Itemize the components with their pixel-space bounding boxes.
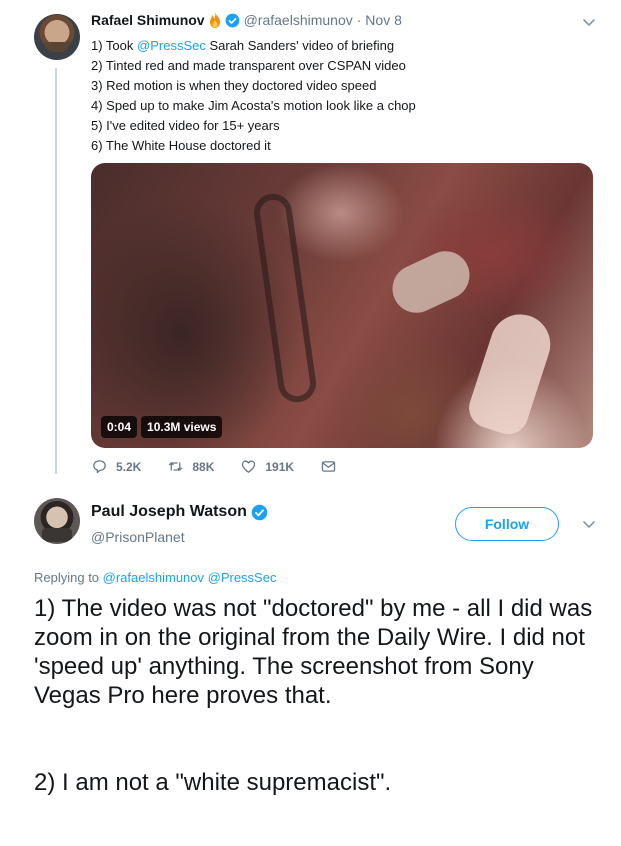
replying-to-mentions[interactable]: @rafaelshimunov @PressSec xyxy=(103,570,277,585)
replying-to-label: Replying to xyxy=(34,570,103,585)
tweet1-handle[interactable]: @rafaelshimunov xyxy=(244,12,353,28)
tweet1-line: 2) Tinted red and made transparent over … xyxy=(91,58,406,73)
tweet1-line-text: Sarah Sanders' video of briefing xyxy=(205,38,395,53)
video-duration-badge: 0:04 xyxy=(101,416,138,438)
tweet1-line: 5) I've edited video for 15+ years xyxy=(91,118,280,133)
retweet-icon xyxy=(169,462,183,471)
tweet2-author-name[interactable]: Paul Joseph Watson xyxy=(91,503,247,521)
avatar-paul-joseph-watson[interactable] xyxy=(34,498,80,544)
thread-connector-line xyxy=(55,68,57,474)
tweet2-header: Paul Joseph Watson xyxy=(91,503,268,521)
chevron-down-icon[interactable] xyxy=(581,14,597,30)
chevron-down-icon[interactable] xyxy=(581,516,597,532)
tweet2-handle[interactable]: @PrisonPlanet xyxy=(91,529,185,545)
direct-message-button[interactable] xyxy=(320,458,345,475)
tweet1-text: 1) Took @PressSec Sarah Sanders' video o… xyxy=(91,36,416,156)
tweet1-author-name[interactable]: Rafael Shimunov xyxy=(91,12,205,28)
replying-to-line: Replying to @rafaelshimunov @PressSec xyxy=(34,570,276,585)
tweet1-line: 6) The White House doctored it xyxy=(91,138,271,153)
avatar-rafael-shimunov[interactable] xyxy=(34,14,80,60)
tweet1-line: 4) Sped up to make Jim Acosta's motion l… xyxy=(91,98,416,113)
reply-count: 5.2K xyxy=(116,459,142,474)
verified-badge-icon xyxy=(251,504,268,520)
tweet1-action-bar: 5.2K 88K 191K xyxy=(91,458,371,475)
like-button[interactable]: 191K xyxy=(240,458,294,475)
tweet1-line: 3) Red motion is when they doctored vide… xyxy=(91,78,377,93)
tweet1-header: Rafael Shimunov @rafaelshimunov · Nov 8 xyxy=(91,12,402,28)
tweet2-paragraph: 1) The video was not "doctored" by me - … xyxy=(34,595,593,709)
retweet-button[interactable]: 88K xyxy=(167,458,214,475)
mention-link[interactable]: @PressSec xyxy=(137,38,206,53)
video-frame-detail xyxy=(384,243,478,321)
video-frame-detail xyxy=(251,191,319,405)
video-views-badge: 10.3M views xyxy=(141,416,223,438)
verified-badge-icon xyxy=(225,13,239,27)
tweet1-line: 1) Took @PressSec Sarah Sanders' video o… xyxy=(91,36,416,56)
tweet1-line-text: 1) Took xyxy=(91,38,138,53)
follow-button[interactable]: Follow xyxy=(455,507,559,541)
video-overlay-badges: 0:04 10.3M views xyxy=(101,416,223,438)
reply-icon xyxy=(93,460,106,474)
tweet2-paragraph: 2) I am not a "white supremacist". xyxy=(34,769,392,796)
retweet-count: 88K xyxy=(192,459,215,474)
flame-emoji-icon xyxy=(209,12,220,28)
tweet1-date[interactable]: · Nov 8 xyxy=(357,12,402,28)
like-icon xyxy=(242,460,256,473)
embedded-video-player[interactable]: 0:04 10.3M views xyxy=(91,163,593,448)
dm-icon xyxy=(321,461,336,472)
tweet2-text: 1) The video was not "doctored" by me - … xyxy=(34,594,599,797)
like-count: 191K xyxy=(265,459,295,474)
video-frame-detail xyxy=(463,306,559,440)
reply-button[interactable]: 5.2K xyxy=(91,458,141,475)
